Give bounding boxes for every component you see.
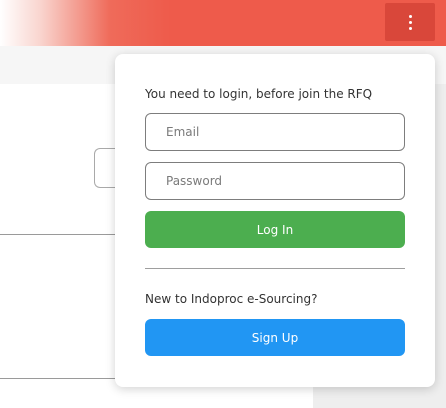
signup-prompt: New to Indoproc e-Sourcing? <box>145 292 318 306</box>
signup-button[interactable]: Sign Up <box>145 319 405 356</box>
more-vertical-icon <box>408 20 412 24</box>
more-vertical-icon <box>408 26 412 30</box>
email-field[interactable] <box>145 113 405 151</box>
login-button[interactable]: Log In <box>145 211 405 248</box>
password-field[interactable] <box>145 162 405 200</box>
login-prompt: You need to login, before join the RFQ <box>145 87 373 101</box>
more-menu-button[interactable] <box>385 3 435 41</box>
more-vertical-icon <box>408 14 412 18</box>
top-bar <box>0 0 446 46</box>
divider <box>145 268 405 269</box>
